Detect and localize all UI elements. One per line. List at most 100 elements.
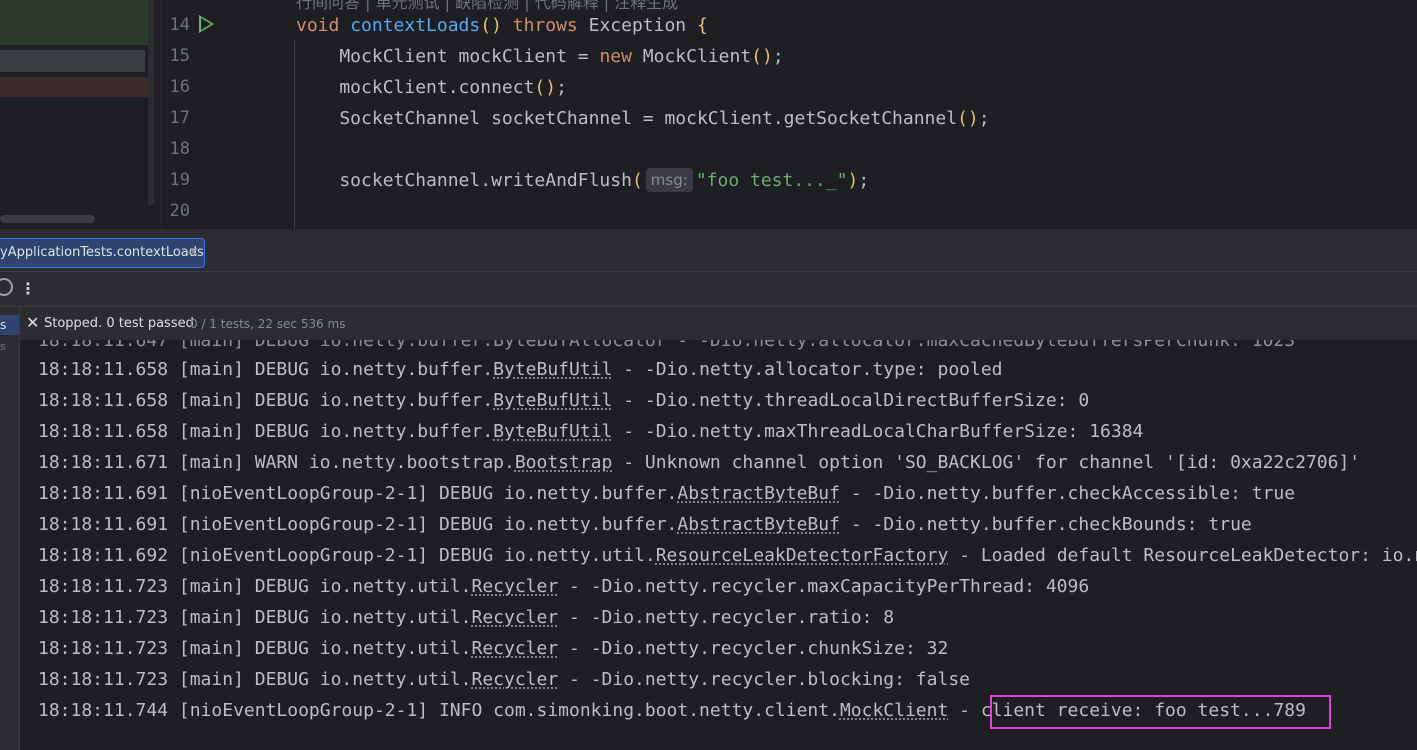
- console-line: 18:18:11.671 [main] WARN io.netty.bootst…: [38, 447, 1360, 478]
- log-prefix: 18:18:11.691 [nioEventLoopGroup-2-1] DEB…: [38, 514, 678, 535]
- log-message: - Loaded default ResourceLeakDetector: i…: [959, 545, 1417, 566]
- log-prefix: 18:18:11.723 [main] DEBUG io.netty.util.: [38, 607, 472, 628]
- log-prefix: 18:18:11.744 [nioEventLoopGroup-2-1] INF…: [38, 700, 840, 721]
- log-class-link[interactable]: Recycler: [471, 638, 558, 659]
- log-message: - -Dio.netty.buffer.checkAccessible: tru…: [839, 483, 1296, 504]
- test-tree-item[interactable]: s: [0, 340, 6, 353]
- log-prefix: 18:18:11.723 [main] DEBUG io.netty.util.: [38, 638, 472, 659]
- indent-guide: [294, 40, 295, 229]
- more-options-icon[interactable]: ⋮: [20, 272, 36, 306]
- console-line: 18:18:11.658 [main] DEBUG io.netty.buffe…: [38, 416, 1143, 447]
- line-number: 16: [169, 77, 190, 97]
- stopped-icon: ✕: [26, 313, 40, 332]
- console-line: 18:18:11.723 [main] DEBUG io.netty.util.…: [38, 602, 894, 633]
- log-class-link[interactable]: Recycler: [471, 607, 558, 628]
- run-config-tab-label: yApplicationTests.contextLoads: [0, 245, 204, 260]
- code-token: (): [534, 77, 557, 98]
- test-tree: s s: [0, 307, 20, 750]
- code-token: new: [599, 46, 643, 67]
- project-row-selected[interactable]: [0, 50, 145, 72]
- highlight-box: [990, 695, 1331, 729]
- code-token: ;: [978, 108, 990, 129]
- run-config-tab[interactable]: yApplicationTests.contextLoads ×: [0, 238, 205, 268]
- log-class-link[interactable]: ByteBufUtil: [493, 359, 612, 380]
- run-tab-bar: yApplicationTests.contextLoads ×: [0, 237, 1417, 271]
- log-prefix: 18:18:11.671 [main] WARN io.netty.bootst…: [38, 452, 515, 473]
- log-message: - -Dio.netty.buffer.checkBounds: true: [839, 514, 1252, 535]
- log-class-link[interactable]: ByteBufUtil: [493, 390, 612, 411]
- code-token: (: [631, 170, 643, 191]
- console-line: 18:18:11.723 [main] DEBUG io.netty.util.…: [38, 633, 948, 664]
- console-line: 18:18:11.692 [nioEventLoopGroup-2-1] DEB…: [38, 540, 1417, 571]
- test-tree-item-selected[interactable]: s: [0, 315, 19, 335]
- test-tree-item-label: s: [0, 318, 7, 332]
- log-message: - -Dio.netty.recycler.blocking: false: [558, 669, 970, 690]
- project-panel: [0, 0, 155, 229]
- code-line[interactable]: mockClient.connect();: [296, 72, 567, 103]
- code-editor[interactable]: 14 15 16 17 18 19 20 行间问答 | 单元测试 | 缺陷检测 | 代码解释…: [0, 0, 1417, 229]
- run-toolbar: ⋮: [0, 271, 1417, 307]
- project-scroll-track[interactable]: [148, 0, 154, 205]
- line-number: 19: [169, 170, 190, 190]
- project-horizontal-scrollbar[interactable]: [0, 215, 95, 223]
- code-line[interactable]: SocketChannel socketChannel = mockClient…: [296, 103, 990, 134]
- log-message: - -Dio.netty.allocator.type: pooled: [612, 359, 1003, 380]
- console-line: 18:18:11.691 [nioEventLoopGroup-2-1] DEB…: [38, 509, 1252, 540]
- test-status-meta: 0 / 1 tests, 22 sec 536 ms: [190, 317, 346, 331]
- log-prefix: 18:18:11.658 [main] DEBUG io.netty.buffe…: [38, 421, 494, 442]
- log-class-link[interactable]: MockClient: [840, 700, 948, 721]
- log-class-link[interactable]: Bootstrap: [515, 452, 613, 473]
- code-token: (): [751, 46, 773, 67]
- log-class-link[interactable]: ByteBufUtil: [493, 421, 612, 442]
- run-test-icon[interactable]: [199, 15, 214, 33]
- console-line: 18:18:11.691 [nioEventLoopGroup-2-1] DEB…: [38, 478, 1295, 509]
- line-number: 20: [169, 201, 190, 221]
- code-line[interactable]: void contextLoads() throws Exception {: [296, 10, 708, 41]
- log-message: - -Dio.netty.threadLocalDirectBufferSize…: [612, 390, 1090, 411]
- test-status-bar: ✕ Stopped. 0 test passed 0 / 1 tests, 22…: [0, 307, 1417, 340]
- code-line[interactable]: MockClient mockClient = new MockClient()…: [296, 41, 784, 72]
- code-token: (): [957, 108, 979, 129]
- log-class-link[interactable]: AbstractByteBuf: [677, 483, 840, 504]
- log-prefix: 18:18:11.658 [main] DEBUG io.netty.buffe…: [38, 390, 494, 411]
- console-output[interactable]: 18:18:11.647 [main] DEBUG io.netty.buffe…: [20, 340, 1417, 750]
- log-class-link[interactable]: ResourceLeakDetectorFactory: [656, 545, 949, 566]
- code-line[interactable]: socketChannel.writeAndFlush(msg: "foo tes…: [296, 165, 869, 196]
- log-prefix: 18:18:11.691 [nioEventLoopGroup-2-1] DEB…: [38, 483, 678, 504]
- line-number: 14: [169, 15, 190, 35]
- console-line: 18:18:11.658 [main] DEBUG io.netty.buffe…: [38, 354, 1003, 385]
- parameter-hint: msg:: [645, 168, 693, 192]
- code-token: (): [480, 15, 513, 36]
- log-class-link[interactable]: AbstractByteBuf: [677, 514, 840, 535]
- console-line: 18:18:11.723 [main] DEBUG io.netty.util.…: [38, 571, 1089, 602]
- code-token: "foo test..._": [695, 170, 848, 191]
- log-message: - -Dio.netty.maxThreadLocalCharBufferSiz…: [612, 421, 1144, 442]
- code-token: MockClient mockClient =: [296, 46, 600, 67]
- log-message: - Unknown channel option 'SO_BACKLOG' fo…: [612, 452, 1361, 473]
- code-token: ;: [556, 77, 567, 98]
- log-message: - -Dio.netty.recycler.chunkSize: 32: [558, 638, 949, 659]
- code-token: {: [696, 15, 708, 36]
- code-token: ): [847, 170, 859, 191]
- log-class-link[interactable]: Recycler: [471, 576, 558, 597]
- code-token: Exception: [588, 15, 697, 36]
- log-class-link[interactable]: Recycler: [471, 669, 558, 690]
- code-token: mockClient.connect: [296, 77, 535, 98]
- code-token: void: [296, 15, 351, 36]
- code-lines[interactable]: void contextLoads() throws Exception { M…: [296, 0, 1417, 229]
- code-token: ;: [772, 46, 784, 67]
- log-prefix: 18:18:11.692 [nioEventLoopGroup-2-1] DEB…: [38, 545, 656, 566]
- code-token: socketChannel.writeAndFlush: [296, 170, 632, 191]
- log-prefix: 18:18:11.723 [main] DEBUG io.netty.util.: [38, 669, 472, 690]
- line-number: 17: [169, 108, 190, 128]
- project-row-error: [0, 77, 152, 97]
- test-status-text: Stopped. 0 test passed: [44, 316, 194, 331]
- console-line: 18:18:11.658 [main] DEBUG io.netty.buffe…: [38, 385, 1089, 416]
- rerun-icon[interactable]: [0, 278, 13, 296]
- log-message: - -Dio.netty.recycler.ratio: 8: [558, 607, 895, 628]
- code-token: contextLoads: [350, 15, 481, 36]
- console-line: 18:18:11.723 [main] DEBUG io.netty.util.…: [38, 664, 970, 695]
- close-icon[interactable]: ×: [188, 239, 199, 267]
- code-token: SocketChannel socketChannel = mockClient…: [296, 108, 958, 129]
- log-prefix: 18:18:11.658 [main] DEBUG io.netty.buffe…: [38, 359, 494, 380]
